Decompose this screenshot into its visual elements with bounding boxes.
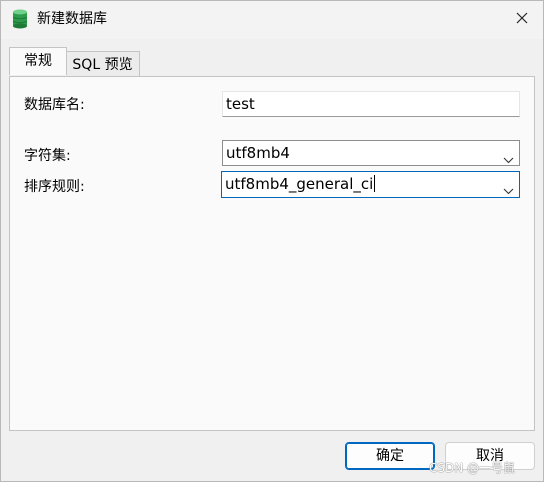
database-icon <box>12 9 28 29</box>
charset-select[interactable]: utf8mb4 <box>222 140 520 166</box>
ok-button[interactable]: 确定 <box>345 442 435 470</box>
text-caret <box>374 175 376 192</box>
watermark: CSDN @一号鼠 <box>429 461 516 475</box>
database-name-input[interactable]: test <box>222 91 520 117</box>
new-database-dialog: 新建数据库 常规 SQL 预览 数据库名: test 字符集: utf8mb4 … <box>0 0 544 482</box>
close-icon <box>516 12 528 28</box>
close-button[interactable] <box>501 1 543 39</box>
collation-select[interactable]: utf8mb4_general_ci <box>221 171 520 198</box>
title-bar: 新建数据库 <box>1 1 543 39</box>
tab-sql-preview[interactable]: SQL 预览 <box>66 51 140 77</box>
database-name-label: 数据库名: <box>24 97 85 113</box>
chevron-down-icon[interactable] <box>503 148 514 164</box>
charset-value: utf8mb4 <box>226 144 290 162</box>
window-title: 新建数据库 <box>37 11 107 27</box>
charset-label: 字符集: <box>24 148 71 164</box>
collation-label: 排序规则: <box>24 179 85 195</box>
general-tab-panel: 数据库名: test 字符集: utf8mb4 排序规则: utf8mb4_ge… <box>9 76 535 431</box>
collation-value: utf8mb4_general_ci <box>225 175 374 193</box>
chevron-down-icon[interactable] <box>503 179 514 195</box>
tab-general[interactable]: 常规 <box>9 47 67 75</box>
